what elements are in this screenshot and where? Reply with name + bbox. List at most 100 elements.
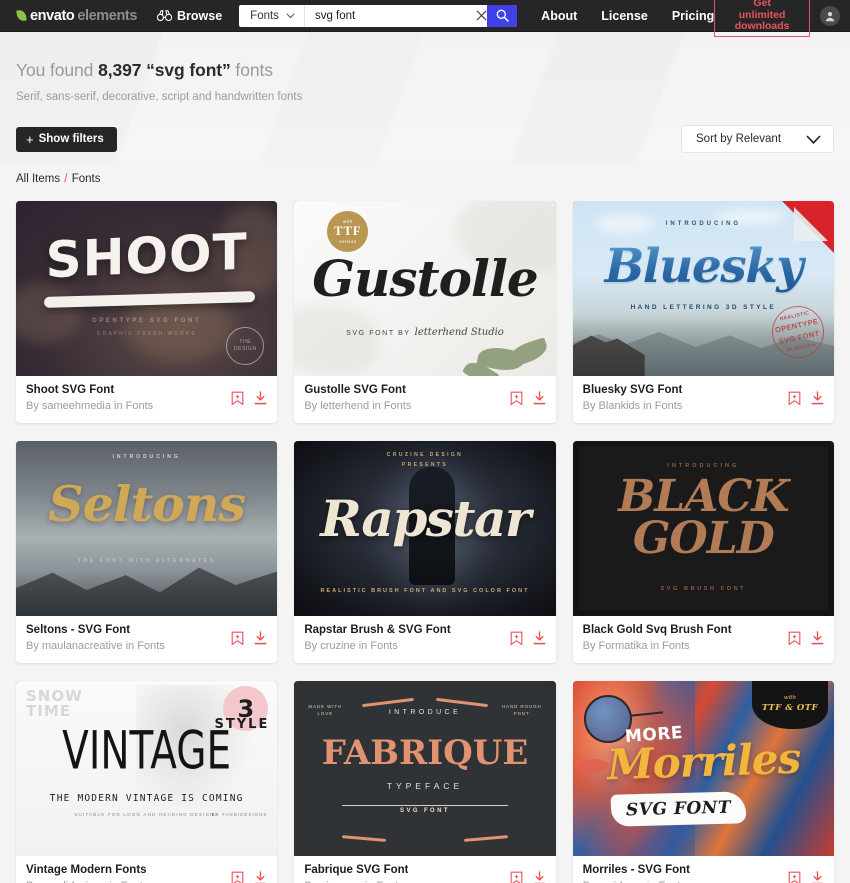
download-icon[interactable]	[811, 871, 824, 883]
bookmark-add-icon[interactable]	[510, 871, 523, 883]
art-typeface-label: TYPEFACE	[386, 781, 464, 791]
bookmark-add-icon[interactable]	[231, 871, 244, 883]
thumbnail-artwork: INTRODUCING Seltons THE FONT WITH ALTERN…	[16, 441, 278, 616]
search-input[interactable]	[304, 4, 475, 27]
search-category-dropdown[interactable]: Fonts	[239, 4, 305, 27]
bookmark-add-icon[interactable]	[510, 631, 523, 646]
art-cliff	[572, 335, 645, 376]
result-card[interactable]: CRUZINE DESIGN PRESENTS Rapstar REALISTI…	[294, 441, 556, 663]
results-title: You found 8,397 “svg font” fonts	[16, 60, 834, 81]
download-icon[interactable]	[533, 391, 546, 406]
download-icon[interactable]	[254, 871, 267, 883]
card-actions	[788, 631, 824, 646]
show-filters-button[interactable]: + Show filters	[16, 126, 117, 152]
nav-link-about[interactable]: About	[541, 9, 577, 23]
art-blob-formats: TTF & OTF	[761, 702, 819, 713]
clear-search-button[interactable]	[475, 5, 487, 27]
download-icon[interactable]	[811, 391, 824, 406]
card-thumbnail[interactable]: INTRODUCING BLACK GOLD SVG BRUSH FONT	[572, 441, 834, 616]
result-card[interactable]: INTRODUCING Seltons THE FONT WITH ALTERN…	[16, 441, 278, 663]
card-meta: Seltons - SVG Font By maulanacreative in…	[16, 616, 277, 663]
card-thumbnail[interactable]: with TTF version Gustolle SVG FONT BY let…	[294, 201, 556, 376]
nav-link-pricing[interactable]: Pricing	[672, 9, 714, 23]
browse-label: Browse	[177, 8, 223, 23]
bookmark-add-icon[interactable]	[788, 871, 801, 883]
breadcrumb: All Items / Fonts	[16, 173, 834, 185]
art-subtitle: OPENTYPE SVG FONT	[92, 318, 202, 324]
breadcrumb-root[interactable]: All Items	[16, 173, 60, 185]
art-intro: INTRODUCING	[667, 463, 740, 469]
download-icon[interactable]	[811, 631, 824, 646]
primary-nav-links: About License Pricing	[541, 9, 714, 23]
results-header: You found 8,397 “svg font” fonts Serif, …	[16, 32, 834, 103]
close-icon	[475, 10, 487, 21]
download-icon[interactable]	[533, 871, 546, 883]
card-thumbnail[interactable]: INTRODUCING Bluesky HAND LETTERING 3D ST…	[572, 201, 834, 376]
art-stamp: THE DESIGN	[226, 327, 265, 365]
browse-button[interactable]: Browse	[157, 9, 222, 23]
art-word: SHOOT	[45, 222, 248, 290]
art-corner-fold-inner	[794, 207, 828, 241]
search-submit-button[interactable]	[487, 4, 518, 27]
card-text: Shoot SVG Font By sameehmedia in Fonts	[26, 383, 153, 414]
card-text: Rapstar Brush & SVG Font By cruzine in F…	[304, 623, 450, 654]
art-badge-main: TTF	[334, 224, 362, 238]
search-icon	[496, 9, 509, 22]
card-title: Rapstar Brush & SVG Font	[304, 624, 451, 637]
art-badge-bottom: version	[339, 239, 357, 244]
result-card[interactable]: with TTF version Gustolle SVG FONT BY let…	[294, 201, 556, 423]
search-results-page: envato elements Browse Fonts svg font Ab…	[0, 0, 850, 883]
sort-dropdown-value: Sort by Relevant	[696, 133, 782, 145]
card-text: Fabrique SVG Font By giemons in Fonts	[304, 863, 408, 883]
bookmark-add-icon[interactable]	[788, 391, 801, 406]
art-subtitle: REALISTIC BRUSH FONT AND SVG COLOR FONT	[320, 588, 530, 594]
card-meta: Fabrique SVG Font By giemons in Fonts	[294, 856, 555, 883]
bookmark-add-icon[interactable]	[231, 391, 244, 406]
result-card[interactable]: with TTF & OTF MORE Morriles SVG FONT Mo…	[572, 681, 834, 883]
bookmark-add-icon[interactable]	[788, 631, 801, 646]
art-word: FABRIQUE	[321, 733, 529, 773]
card-author: By maulanacreative in Fonts	[26, 639, 165, 652]
result-card[interactable]: SHOOT OPENTYPE SVG FONT GRAPHIC FRESH WO…	[16, 201, 278, 423]
art-word: Rapstar	[320, 489, 531, 548]
card-author: By letterhend in Fonts	[304, 399, 412, 412]
download-icon[interactable]	[533, 631, 546, 646]
result-card[interactable]: MADE WITH LOVE HAND ROUGH FONT INTRODUCE…	[294, 681, 556, 883]
bookmark-add-icon[interactable]	[510, 391, 523, 406]
art-intro: INTRODUCING	[112, 454, 181, 460]
card-thumbnail[interactable]: CRUZINE DESIGN PRESENTS Rapstar REALISTI…	[294, 441, 556, 616]
card-author: By cruzine in Fonts	[304, 639, 398, 652]
card-actions	[231, 391, 267, 406]
card-thumbnail[interactable]: MADE WITH LOVE HAND ROUGH FONT INTRODUCE…	[294, 681, 556, 856]
cta-line-2: downloads	[734, 20, 790, 33]
sort-dropdown[interactable]: Sort by Relevant	[681, 125, 834, 153]
art-subtitle: SVG BRUSH FONT	[660, 586, 747, 592]
result-card[interactable]: SNOW TIME 3 STYLE VINTAGE THE MODERN VIN…	[16, 681, 278, 883]
cta-line-1: Get unlimited	[738, 0, 786, 21]
card-meta: Rapstar Brush & SVG Font By cruzine in F…	[294, 616, 555, 663]
card-thumbnail[interactable]: with TTF & OTF MORE Morriles SVG FONT	[572, 681, 834, 856]
art-blob-with: with	[783, 695, 797, 702]
art-presenter-line-1: CRUZINE DESIGN	[386, 452, 464, 458]
art-subtitle: THE MODERN VINTAGE IS COMING	[49, 793, 244, 804]
envato-elements-logo[interactable]: envato elements	[16, 8, 137, 24]
card-title: Fabrique SVG Font	[304, 864, 409, 877]
results-title-suffix: fonts	[230, 60, 273, 80]
bookmark-add-icon[interactable]	[231, 631, 244, 646]
result-card[interactable]: INTRODUCING BLACK GOLD SVG BRUSH FONT Bl…	[572, 441, 834, 663]
card-actions	[788, 871, 824, 883]
card-thumbnail[interactable]: SNOW TIME 3 STYLE VINTAGE THE MODERN VIN…	[16, 681, 278, 856]
card-author: By giemons in Fonts	[304, 879, 408, 883]
card-author: By yandidesigns in Fonts	[26, 879, 148, 883]
account-avatar[interactable]	[820, 5, 840, 26]
get-unlimited-downloads-button[interactable]: Get unlimited downloads	[714, 0, 810, 38]
card-text: Morriles - SVG Font By saridezra in Font…	[583, 863, 690, 883]
card-thumbnail[interactable]: INTRODUCING Seltons THE FONT WITH ALTERN…	[16, 441, 278, 616]
download-icon[interactable]	[254, 391, 267, 406]
download-icon[interactable]	[254, 631, 267, 646]
card-thumbnail[interactable]: SHOOT OPENTYPE SVG FONT GRAPHIC FRESH WO…	[16, 201, 278, 376]
art-svg-label-wrap: SVG FONT	[294, 799, 555, 817]
card-meta: Gustolle SVG Font By letterhend in Fonts	[294, 376, 555, 423]
nav-link-license[interactable]: License	[601, 9, 648, 23]
result-card[interactable]: INTRODUCING Bluesky HAND LETTERING 3D ST…	[572, 201, 834, 423]
